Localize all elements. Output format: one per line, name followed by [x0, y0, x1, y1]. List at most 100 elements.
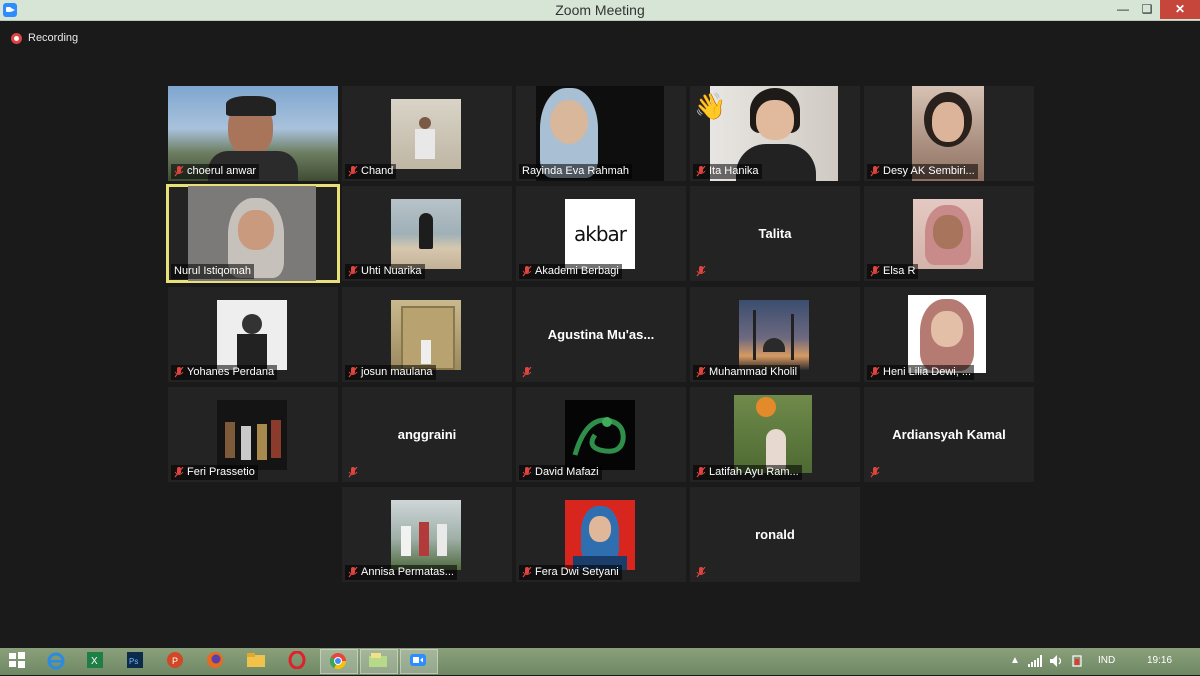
- participant-display-name: Agustina Mu'as...: [547, 327, 655, 342]
- participant-display-name: Ardiansyah Kamal: [892, 427, 1006, 442]
- volume-icon[interactable]: [1050, 654, 1072, 674]
- participant-display-name: ronald: [755, 527, 795, 542]
- minimize-button[interactable]: —: [1110, 0, 1136, 19]
- participant-tile[interactable]: Yohanes Perdana: [168, 287, 338, 382]
- participant-tile[interactable]: Uhti Nuarika: [342, 186, 512, 281]
- participant-tile[interactable]: Heni Lilia Dewi, ...: [864, 287, 1034, 382]
- participant-name-label: Nurul Istiqomah: [171, 264, 255, 279]
- participant-tile[interactable]: Talita: [690, 186, 860, 281]
- participant-name: Uhti Nuarika: [361, 265, 422, 277]
- mic-muted-icon: [870, 467, 880, 478]
- maximize-button[interactable]: ❑: [1134, 0, 1160, 19]
- participant-name-label: Uhti Nuarika: [345, 264, 425, 279]
- profile-picture: [908, 295, 986, 373]
- participant-name: Desy AK Sembiri...: [883, 165, 975, 177]
- mic-muted-icon: [174, 367, 184, 378]
- participant-tile[interactable]: Desy AK Sembiri...: [864, 86, 1034, 181]
- participant-name-label: Heni Lilia Dewi, ...: [867, 365, 975, 380]
- participant-name-label: Annisa Permatas...: [345, 565, 457, 580]
- recording-icon: [11, 32, 22, 44]
- mic-muted-icon: [522, 266, 532, 277]
- participant-tile[interactable]: choerul anwar: [168, 86, 338, 181]
- participant-name-label: Akademi Berbagi: [519, 264, 622, 279]
- close-button[interactable]: ✕: [1160, 0, 1200, 19]
- mic-muted-icon: [696, 467, 706, 478]
- folder-icon: [368, 651, 390, 671]
- participant-name: Feri Prassetio: [187, 466, 255, 478]
- language-indicator[interactable]: IND: [1098, 655, 1115, 666]
- participant-tile[interactable]: akbar Akademi Berbagi: [516, 186, 686, 281]
- participant-name-label: Chand: [345, 164, 397, 179]
- participant-tile[interactable]: anggraini: [342, 387, 512, 482]
- participant-tile[interactable]: Chand: [342, 86, 512, 181]
- mic-muted-icon: [522, 367, 532, 378]
- powerpoint-icon[interactable]: P: [166, 651, 188, 671]
- mic-muted-icon: [348, 567, 358, 578]
- participant-tile[interactable]: Latifah Ayu Ram...: [690, 387, 860, 482]
- participant-name-label: [519, 365, 535, 380]
- dragon-avatar-icon: [572, 417, 626, 456]
- file-explorer-icon[interactable]: [246, 651, 268, 671]
- participant-name: Akademi Berbagi: [535, 265, 619, 277]
- opera-icon[interactable]: [288, 650, 310, 671]
- participant-name-label: Desy AK Sembiri...: [867, 164, 978, 179]
- participant-tile[interactable]: Elsa R: [864, 186, 1034, 281]
- participant-name: David Mafazi: [535, 466, 599, 478]
- participant-tile[interactable]: Rayinda Eva Rahmah: [516, 86, 686, 181]
- participant-tile[interactable]: Fera Dwi Setyani: [516, 487, 686, 582]
- window-title-bar: Zoom Meeting — ❑ ✕: [0, 0, 1200, 21]
- participant-name: josun maulana: [361, 366, 433, 378]
- participant-tile[interactable]: Muhammad Kholil: [690, 287, 860, 382]
- akbar-logo: akbar: [573, 222, 627, 246]
- profile-picture: [217, 300, 287, 370]
- participant-name-label: [867, 465, 883, 480]
- photoshop-icon[interactable]: Ps: [126, 651, 148, 671]
- participant-tile[interactable]: Feri Prassetio: [168, 387, 338, 482]
- profile-picture: [734, 395, 812, 473]
- mic-muted-icon: [174, 467, 184, 478]
- participant-name: Rayinda Eva Rahmah: [522, 165, 630, 177]
- internet-explorer-icon[interactable]: [46, 651, 68, 671]
- participant-display-name: anggraini: [397, 427, 457, 442]
- participant-name-label: [345, 465, 361, 480]
- participant-name: choerul anwar: [187, 165, 257, 177]
- mic-muted-icon: [174, 166, 184, 177]
- mic-muted-icon: [696, 367, 706, 378]
- participant-name-label: [693, 565, 709, 580]
- participant-tile[interactable]: ronald: [690, 487, 860, 582]
- participant-name: Latifah Ayu Ram...: [709, 466, 799, 478]
- battery-icon[interactable]: [1070, 654, 1092, 674]
- recording-indicator[interactable]: Recording: [11, 31, 78, 45]
- profile-picture: [391, 99, 461, 169]
- mic-muted-icon: [696, 567, 706, 578]
- participant-tile[interactable]: josun maulana: [342, 287, 512, 382]
- participant-name: Heni Lilia Dewi, ...: [883, 366, 972, 378]
- participant-name-label: David Mafazi: [519, 465, 602, 480]
- participant-tile[interactable]: 👋 Ita Hanika: [690, 86, 860, 181]
- participant-name-label: Ita Hanika: [693, 164, 762, 179]
- participant-tile-active-speaker[interactable]: Nurul Istiqomah: [166, 184, 340, 283]
- clock[interactable]: 19:16: [1147, 655, 1172, 666]
- firefox-icon[interactable]: [206, 651, 228, 671]
- participant-tile[interactable]: Annisa Permatas...: [342, 487, 512, 582]
- participant-tile[interactable]: David Mafazi: [516, 387, 686, 482]
- participant-display-name: Talita: [758, 226, 792, 241]
- window-title: Zoom Meeting: [555, 2, 645, 18]
- mic-muted-icon: [348, 266, 358, 277]
- excel-icon[interactable]: X: [86, 651, 108, 671]
- participant-name: Ita Hanika: [709, 165, 759, 177]
- show-hidden-icons-icon[interactable]: ▲: [1010, 655, 1020, 666]
- participant-name: Annisa Permatas...: [361, 566, 454, 578]
- participant-name: Elsa R: [883, 265, 916, 277]
- participant-tile[interactable]: Ardiansyah Kamal: [864, 387, 1034, 482]
- profile-picture: [739, 300, 809, 370]
- profile-picture: [913, 199, 983, 269]
- profile-picture: [391, 300, 461, 370]
- signal-icon[interactable]: [1028, 654, 1050, 674]
- participant-tile[interactable]: Agustina Mu'as...: [516, 287, 686, 382]
- participant-name-label: Elsa R: [867, 264, 919, 279]
- participant-name-label: Feri Prassetio: [171, 465, 258, 480]
- mic-muted-icon: [696, 266, 706, 277]
- windows-start-icon[interactable]: [8, 651, 30, 671]
- participant-name: Yohanes Perdana: [187, 366, 275, 378]
